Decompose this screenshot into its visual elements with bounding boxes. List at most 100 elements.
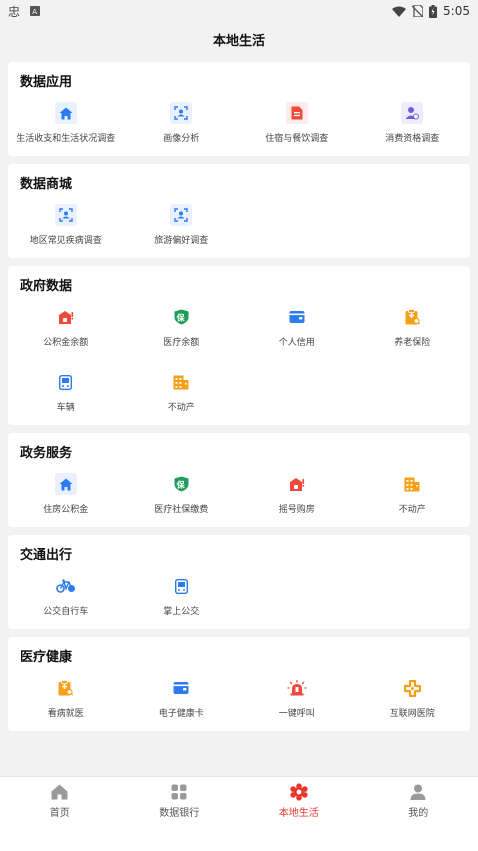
notification-a-icon: A	[30, 6, 40, 16]
section-card: 数据应用生活收支和生活状况调查 画像分析 住宿与餐饮调查 消费资格调查	[8, 62, 470, 156]
cross-icon	[401, 677, 424, 699]
no-sim-icon	[412, 5, 424, 17]
service-item-label: 旅游偏好调查	[154, 236, 209, 246]
service-item[interactable]: 互联网医院	[355, 677, 471, 723]
service-item[interactable]: 公积金余额	[8, 306, 124, 352]
service-item[interactable]: 住宿与餐饮调查	[239, 102, 355, 148]
service-item-label: 车辆	[56, 403, 75, 413]
service-item-label: 生活收支和生活状况调查	[16, 134, 116, 144]
grid-tab-icon	[170, 783, 188, 801]
service-item-label: 医疗社保缴费	[154, 505, 209, 515]
svg-text:A: A	[32, 8, 37, 16]
alarm-icon	[285, 677, 308, 699]
service-item-label: 摇号购房	[278, 505, 315, 515]
service-item-label: 个人信用	[278, 338, 315, 348]
tab-person[interactable]: 我的	[359, 777, 478, 851]
section-title: 数据商城	[20, 177, 73, 192]
home-tab-icon	[51, 783, 69, 801]
service-item[interactable]: 公交自行车	[8, 575, 124, 621]
battery-icon	[429, 4, 438, 18]
service-item-label: 医疗余额	[163, 338, 200, 348]
bottom-tab-bar: 首页 数据银行 本地生活 我的	[0, 776, 478, 851]
status-bar: 忠 A 5:05	[0, 0, 478, 22]
service-item[interactable]: 一键呼叫	[239, 677, 355, 723]
section-card: 政府数据 公积金余额保医疗余额 个人信用 养老保险 车辆 不动产	[8, 266, 470, 425]
building-icon	[401, 473, 424, 495]
section-title: 数据应用	[20, 75, 73, 90]
section-title: 医疗健康	[20, 650, 73, 665]
service-item-label: 一键呼叫	[278, 709, 315, 719]
person-tab-icon	[409, 783, 427, 801]
service-item-label: 不动产	[398, 505, 426, 515]
service-item-label: 地区常见疾病调查	[29, 236, 102, 246]
section-grid: 看病就医 电子健康卡 一键呼叫 互联网医院	[8, 677, 470, 723]
svg-text:忠: 忠	[8, 5, 20, 18]
service-item[interactable]: 掌上公交	[124, 575, 240, 621]
service-item[interactable]: 保医疗余额	[124, 306, 240, 352]
section-card: 交通出行公交自行车 掌上公交	[8, 535, 470, 629]
bicycle-icon	[54, 575, 77, 597]
status-left: 忠 A	[8, 4, 40, 18]
service-item[interactable]: 住房公积金	[8, 473, 124, 519]
service-item-label: 看病就医	[47, 709, 84, 719]
service-item[interactable]: 车辆	[8, 371, 124, 417]
page-title: 本地生活	[212, 33, 265, 49]
shield-bao-icon: 保	[170, 306, 193, 328]
service-item[interactable]: 画像分析	[124, 102, 240, 148]
svg-text:保: 保	[175, 312, 185, 322]
service-item-label: 公交自行车	[43, 607, 89, 617]
face-scan-icon	[170, 102, 193, 124]
section-card: 政务服务 住房公积金保医疗社保缴费 摇号购房 不动产	[8, 433, 470, 527]
service-item[interactable]: 摇号购房	[239, 473, 355, 519]
service-item-label: 画像分析	[163, 134, 200, 144]
tab-label: 我的	[408, 808, 429, 819]
service-item[interactable]: 生活收支和生活状况调查	[8, 102, 124, 148]
tab-label: 首页	[49, 808, 70, 819]
wallet-icon	[285, 306, 308, 328]
section-card: 数据商城地区常见疾病调查 旅游偏好调查	[8, 164, 470, 258]
section-grid: 生活收支和生活状况调查 画像分析 住宿与餐饮调查 消费资格调查	[8, 102, 470, 148]
clipboard-icon	[401, 306, 424, 328]
svg-text:保: 保	[175, 479, 185, 489]
section-title: 政府数据	[20, 279, 73, 294]
service-item-label: 掌上公交	[163, 607, 200, 617]
service-item-label: 公积金余额	[43, 338, 89, 348]
wifi-icon	[392, 6, 407, 17]
service-item[interactable]: 消费资格调查	[355, 102, 471, 148]
service-item-label: 互联网医院	[389, 709, 435, 719]
tab-home[interactable]: 首页	[0, 777, 120, 851]
status-time: 5:05	[443, 4, 470, 18]
section-title: 交通出行	[20, 548, 73, 563]
service-item[interactable]: 地区常见疾病调查	[8, 204, 124, 250]
face-scan-icon	[54, 204, 77, 226]
bus-icon	[170, 575, 193, 597]
section-card: 医疗健康看病就医 电子健康卡 一键呼叫 互联网医院	[8, 637, 470, 731]
face-scan-icon	[170, 204, 193, 226]
tab-label: 数据银行	[159, 808, 200, 819]
service-item[interactable]: 养老保险	[355, 306, 471, 352]
service-item[interactable]: 不动产	[355, 473, 471, 519]
service-item[interactable]: 不动产	[124, 371, 240, 417]
service-item[interactable]: 看病就医	[8, 677, 124, 723]
gear-flower-tab-icon	[290, 783, 308, 801]
house-icon	[54, 473, 77, 495]
notification-app-icon: 忠	[8, 4, 22, 18]
house-fund-icon	[54, 306, 77, 328]
content-scroll-area[interactable]: 数据应用生活收支和生活状况调查 画像分析 住宿与餐饮调查 消费资格调查数据商城地区常见…	[8, 62, 470, 776]
service-item[interactable]: 保医疗社保缴费	[124, 473, 240, 519]
service-item-label: 住房公积金	[43, 505, 89, 515]
service-item-label: 电子健康卡	[158, 709, 204, 719]
status-right: 5:05	[392, 4, 470, 18]
section-title: 政务服务	[20, 446, 73, 461]
tab-gear-flower[interactable]: 本地生活	[239, 777, 359, 851]
house-icon	[54, 102, 77, 124]
service-item[interactable]: 电子健康卡	[124, 677, 240, 723]
service-item-label: 住宿与餐饮调查	[265, 134, 329, 144]
section-grid: 住房公积金保医疗社保缴费 摇号购房 不动产	[8, 473, 470, 519]
service-item[interactable]: 个人信用	[239, 306, 355, 352]
service-item-label: 消费资格调查	[385, 134, 440, 144]
tab-grid[interactable]: 数据银行	[120, 777, 240, 851]
service-item[interactable]: 旅游偏好调查	[124, 204, 240, 250]
clipboard-icon	[54, 677, 77, 699]
section-grid: 地区常见疾病调查 旅游偏好调查	[8, 204, 470, 250]
